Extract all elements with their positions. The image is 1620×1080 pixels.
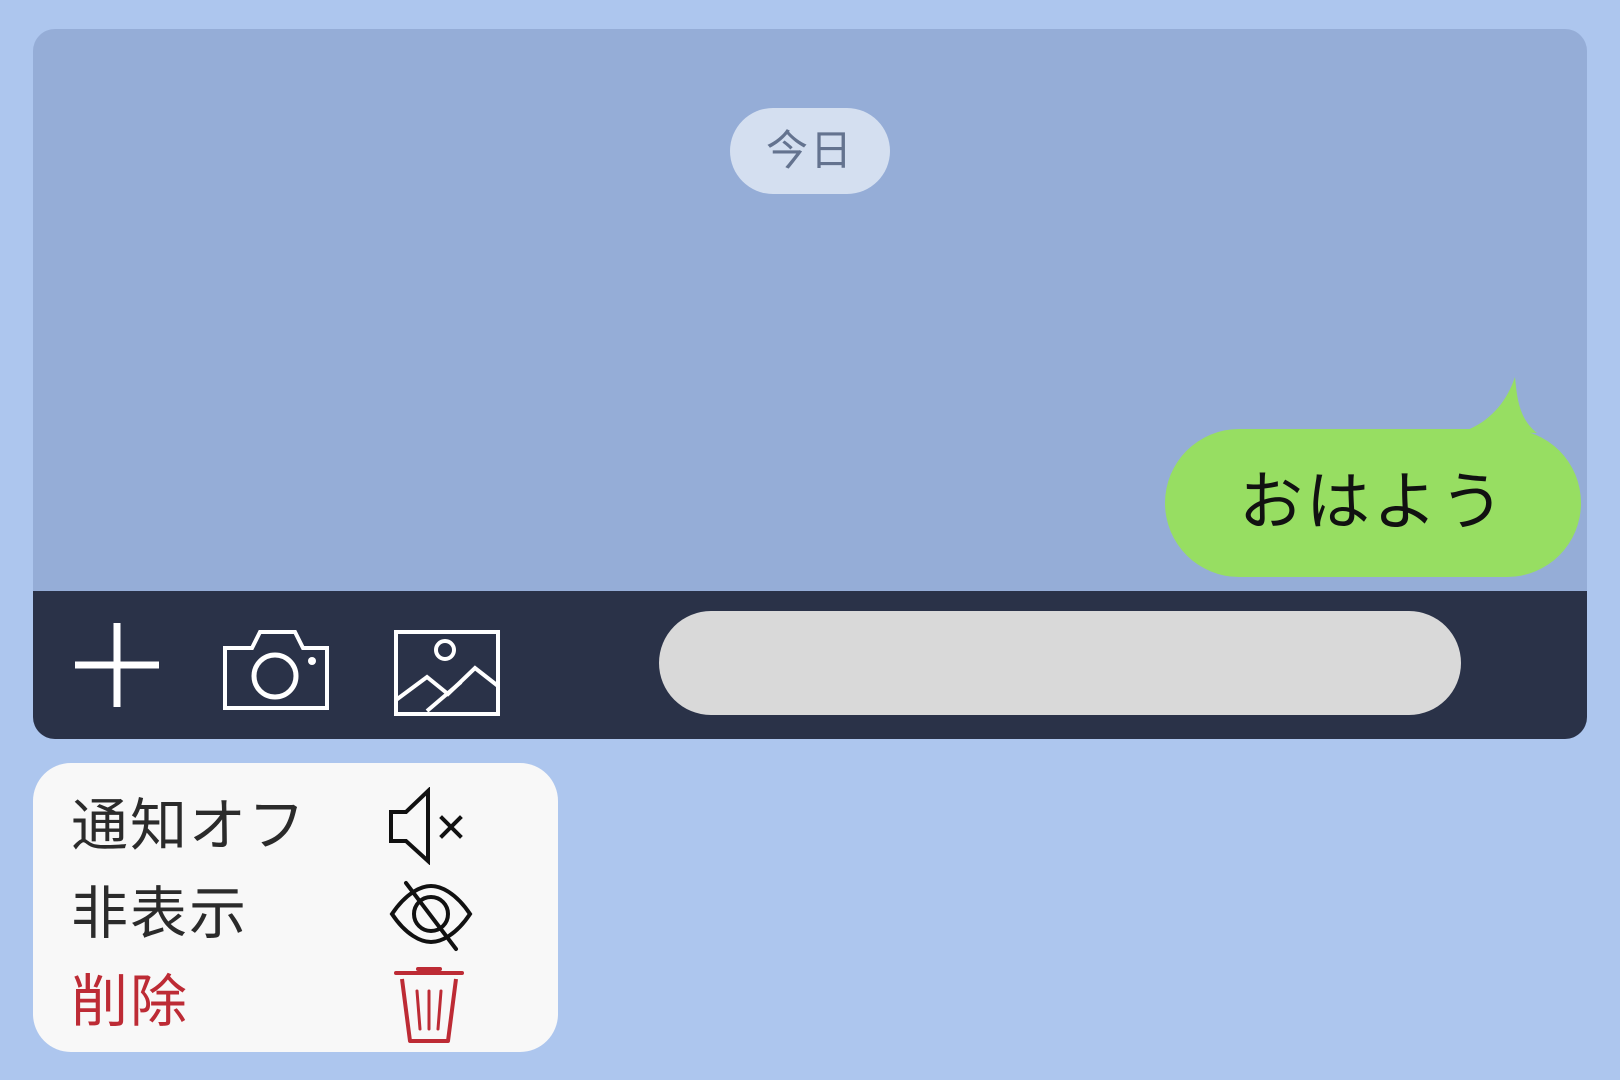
mute-speaker-icon: [389, 787, 463, 865]
eye-off-icon: [389, 881, 473, 951]
message-bubble-container[interactable]: おはよう: [1165, 359, 1585, 579]
menu-item-notifications-off[interactable]: 通知オフ: [33, 783, 558, 869]
plus-icon[interactable]: [71, 619, 163, 711]
menu-item-label: 非表示: [71, 881, 248, 947]
sent-message-bubble[interactable]: おはよう: [1165, 429, 1581, 577]
message-input[interactable]: [659, 611, 1461, 715]
menu-item-delete[interactable]: 削除: [33, 959, 558, 1045]
menu-item-hide[interactable]: 非表示: [33, 871, 558, 957]
menu-item-label: 通知オフ: [71, 793, 307, 859]
chat-panel: 今日 おはよう: [33, 29, 1587, 739]
trash-icon: [394, 967, 464, 1043]
chat-context-menu: 通知オフ 非表示 削除: [33, 763, 558, 1052]
menu-item-label: 削除: [71, 969, 189, 1035]
camera-icon[interactable]: [221, 628, 331, 712]
date-separator: 今日: [730, 108, 890, 194]
message-toolbar: [33, 591, 1587, 739]
image-icon[interactable]: [393, 629, 501, 717]
